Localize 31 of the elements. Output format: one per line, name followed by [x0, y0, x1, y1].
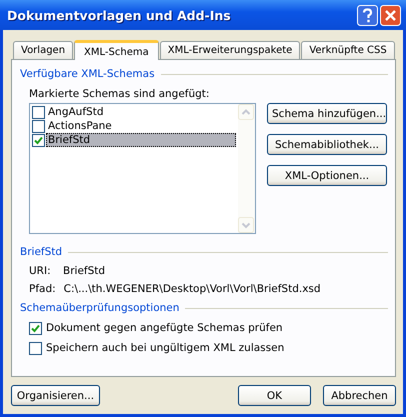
field-value: C:\...\th.WEGENER\Desktop\Vorl\Vorl\BriefStd.xsd [64, 283, 321, 295]
checkbox-label[interactable]: Speichern auch bei ungültigem XML zulassen [46, 342, 284, 354]
checkbox[interactable] [29, 342, 42, 354]
checkbox[interactable] [32, 134, 45, 146]
field-label: Pfad: [29, 283, 56, 295]
list-item[interactable]: ActionsPane [46, 119, 236, 133]
tab[interactable]: Vorlagen [13, 41, 74, 59]
field-value: BriefStd [63, 265, 106, 277]
close-icon[interactable] [380, 4, 401, 26]
group-heading: Verfügbare XML-Schemas [20, 68, 155, 80]
dialog-button[interactable]: OK [238, 385, 311, 406]
list-item[interactable]: AngAufStd [46, 105, 236, 119]
checkbox[interactable] [32, 106, 45, 118]
checkbox-label[interactable]: Dokument gegen angefügte Schemas prüfen [46, 322, 283, 334]
list-item[interactable]: BriefStd [46, 133, 236, 147]
field-label: URI: [29, 265, 52, 277]
group-heading: Schemaüberprüfungsoptionen [20, 302, 180, 314]
tab[interactable]: Verknüpfte CSS [301, 41, 395, 59]
dialog-button[interactable]: Schema hinzufügen... [267, 103, 387, 124]
dialog-button[interactable]: Schemabibliothek... [267, 134, 387, 155]
tab[interactable]: XML-Erweiterungspakete [160, 41, 300, 59]
window-title: Dokumentvorlagen und Add-Ins [7, 8, 231, 22]
list-label: Markierte Schemas sind angefügt: [29, 88, 210, 100]
checkbox[interactable] [32, 120, 45, 132]
tab[interactable]: XML-Schema [74, 40, 159, 60]
group-heading: BriefStd [20, 246, 62, 258]
dialog-button[interactable]: XML-Optionen... [267, 165, 387, 186]
organize-button[interactable]: Organisieren... [11, 385, 100, 406]
checkbox[interactable] [29, 322, 42, 334]
dialog-button[interactable]: Abbrechen [323, 385, 396, 406]
help-icon[interactable] [357, 4, 378, 26]
